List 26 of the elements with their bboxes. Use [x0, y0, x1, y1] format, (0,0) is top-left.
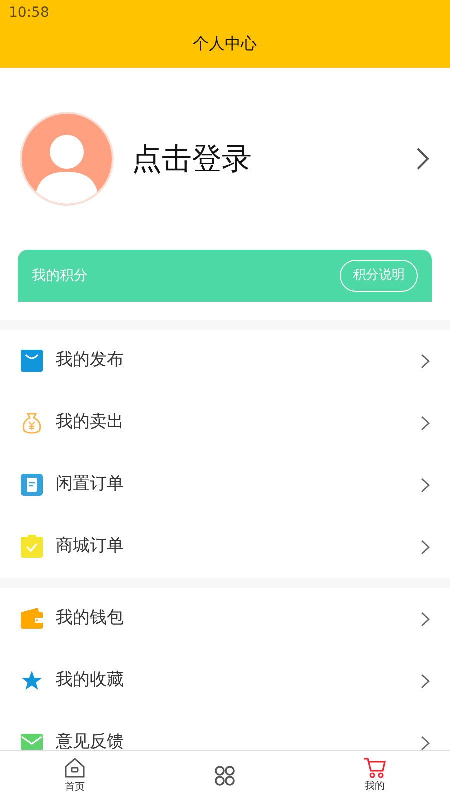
menu-item[interactable]: 闲置订单: [0, 454, 450, 516]
chevron-icon: [421, 612, 430, 626]
wallet-icon: [20, 607, 44, 631]
check-clipboard-icon: [20, 535, 44, 559]
chevron-icon: [421, 674, 430, 688]
clipboard-icon: [20, 473, 44, 497]
tab[interactable]: 我的: [300, 751, 450, 800]
menu-item[interactable]: 意见反馈: [0, 712, 450, 750]
chevron-icon: [421, 416, 430, 430]
points-label: 我的积分: [32, 266, 88, 286]
chevron-icon[interactable]: [416, 147, 430, 171]
menu-item[interactable]: 我的发布: [0, 330, 450, 392]
money-bag-icon: [20, 411, 44, 435]
chevron-icon: [421, 478, 430, 492]
bag-icon: [20, 349, 44, 373]
tab[interactable]: 首页: [0, 751, 150, 800]
page-title: 个人中心: [192, 33, 258, 55]
chevron-icon: [421, 354, 430, 368]
menu-item[interactable]: 我的钱包: [0, 588, 450, 650]
status-time: 10:58: [8, 4, 50, 22]
menu-item[interactable]: 我的收藏: [0, 650, 450, 712]
chevron-icon: [421, 736, 430, 750]
menu-item[interactable]: 商城订单: [0, 516, 450, 578]
chevron-icon: [421, 540, 430, 554]
login-link[interactable]: 点击登录: [132, 136, 252, 182]
menu-item[interactable]: 我的卖出: [0, 392, 450, 454]
